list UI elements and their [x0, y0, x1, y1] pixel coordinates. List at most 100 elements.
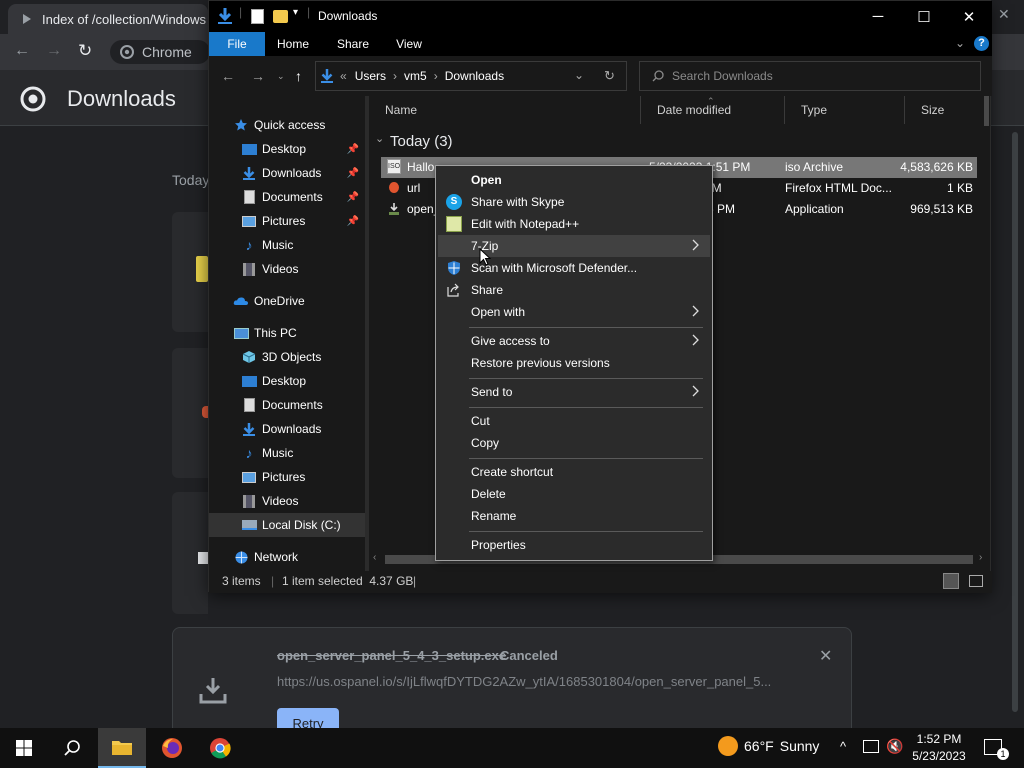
search-button[interactable]	[48, 728, 96, 768]
menu-item-create-shortcut[interactable]: Create shortcut	[438, 461, 710, 483]
nav-quick-access[interactable]: Quick access	[209, 113, 365, 137]
tab-share[interactable]: Share	[331, 32, 375, 56]
context-menu: Open S Share with Skype Edit with Notepa…	[435, 165, 713, 561]
chevron-right-icon[interactable]: ›	[434, 69, 438, 83]
breadcrumb-overflow[interactable]: «	[340, 69, 347, 83]
details-view-icon[interactable]	[943, 573, 959, 589]
menu-item-cut[interactable]: Cut	[438, 410, 710, 432]
ribbon-tabs: File Home Share View ⌄ ?	[209, 32, 992, 56]
close-icon[interactable]: ✕	[819, 646, 832, 666]
menu-item-restore-versions[interactable]: Restore previous versions	[438, 352, 710, 374]
nav-documents[interactable]: Documents 📌	[209, 185, 365, 209]
new-folder-icon[interactable]	[273, 10, 288, 23]
menu-item-delete[interactable]: Delete	[438, 483, 710, 505]
column-type[interactable]: Type	[785, 96, 905, 124]
cloud-icon	[233, 293, 249, 309]
chrome-tab[interactable]: Index of /collection/Windows &	[8, 4, 208, 34]
menu-item-notepadpp[interactable]: Edit with Notepad++	[438, 213, 710, 235]
download-url[interactable]: https://us.ospanel.io/s/IjLflwqfDYTDG2AZ…	[277, 674, 777, 689]
breadcrumb-downloads[interactable]: Downloads	[445, 69, 504, 83]
start-button[interactable]	[0, 728, 48, 768]
expand-ribbon-icon[interactable]: ⌄	[955, 36, 965, 50]
menu-item-share-skype[interactable]: S Share with Skype	[438, 191, 710, 213]
chevron-right-icon	[692, 333, 700, 347]
up-icon[interactable]: ↑	[295, 68, 302, 84]
nav-downloads[interactable]: Downloads 📌	[209, 161, 365, 185]
recent-locations-icon[interactable]: ⌄	[277, 71, 285, 82]
download-status: Canceled	[500, 648, 558, 663]
chevron-right-icon[interactable]: ›	[393, 69, 397, 83]
reload-icon[interactable]: ↻	[78, 41, 92, 61]
taskbar-file-explorer[interactable]	[98, 728, 146, 768]
nav-onedrive[interactable]: OneDrive	[209, 289, 365, 313]
nav-desktop[interactable]: Desktop 📌	[209, 137, 365, 161]
large-icons-view-icon[interactable]	[969, 575, 983, 587]
omnibox[interactable]: Chrome	[110, 40, 210, 64]
volume-muted-icon[interactable]: 🔇	[886, 738, 903, 755]
menu-item-open[interactable]: Open	[438, 169, 710, 191]
back-icon[interactable]: ←	[221, 68, 235, 84]
properties-icon[interactable]	[251, 9, 264, 24]
search-input[interactable]: Search Downloads	[639, 61, 981, 91]
pin-icon[interactable]: 📌	[347, 168, 359, 179]
nav-local-disk[interactable]: Local Disk (C:)	[209, 513, 365, 537]
taskbar-firefox[interactable]	[148, 728, 196, 768]
chrome-close-icon[interactable]: ✕	[998, 6, 1010, 23]
menu-item-give-access[interactable]: Give access to	[438, 330, 710, 352]
file-type: iso Archive	[785, 160, 844, 174]
nav-videos[interactable]: Videos	[209, 257, 365, 281]
breadcrumb-vm5[interactable]: vm5	[404, 69, 427, 83]
menu-item-rename[interactable]: Rename	[438, 505, 710, 527]
nav-pc-music[interactable]: ♪ Music	[209, 441, 365, 465]
chevron-down-icon[interactable]: ⌄	[375, 132, 384, 145]
weather-widget[interactable]: 66°F Sunny	[718, 736, 819, 756]
scroll-left-icon[interactable]: ‹	[373, 552, 376, 563]
tab-view[interactable]: View	[387, 32, 431, 56]
taskbar-chrome[interactable]	[196, 728, 244, 768]
download-filename[interactable]: open_server_panel_5_4_3_setup.exe	[277, 648, 506, 663]
nav-this-pc[interactable]: This PC	[209, 321, 365, 345]
nav-pc-desktop[interactable]: Desktop	[209, 369, 365, 393]
nav-pc-videos[interactable]: Videos	[209, 489, 365, 513]
nav-pictures[interactable]: Pictures 📌	[209, 209, 365, 233]
tab-home[interactable]: Home	[271, 32, 315, 56]
chrome-scrollbar[interactable]	[1012, 132, 1018, 712]
help-icon[interactable]: ?	[974, 36, 989, 51]
chevron-up-icon[interactable]: ^	[840, 739, 846, 754]
forward-icon[interactable]: →	[251, 68, 265, 84]
refresh-icon[interactable]: ↻	[604, 68, 615, 84]
breadcrumb-users[interactable]: Users	[355, 69, 386, 83]
nav-pc-pictures[interactable]: Pictures	[209, 465, 365, 489]
pin-icon[interactable]: 📌	[347, 144, 359, 155]
column-size[interactable]: Size	[905, 96, 985, 124]
menu-item-open-with[interactable]: Open with	[438, 301, 710, 323]
menu-item-send-to[interactable]: Send to	[438, 381, 710, 403]
address-bar[interactable]: « Users › vm5 › Downloads ⌄ ↻	[315, 61, 627, 91]
group-header[interactable]: Today (3)	[390, 133, 453, 150]
share-icon	[446, 282, 462, 298]
back-icon[interactable]: ←	[14, 42, 30, 60]
minimize-button[interactable]: ─	[855, 1, 901, 32]
network-icon[interactable]	[863, 740, 879, 753]
tab-file[interactable]: File	[209, 32, 265, 56]
installer-icon	[387, 202, 401, 216]
nav-music[interactable]: ♪ Music	[209, 233, 365, 257]
menu-item-properties[interactable]: Properties	[438, 534, 710, 556]
nav-pc-downloads[interactable]: Downloads	[209, 417, 365, 441]
clock[interactable]: 1:52 PM 5/23/2023	[906, 731, 972, 765]
maximize-button[interactable]: ☐	[901, 1, 947, 32]
nav-network[interactable]: Network	[209, 545, 365, 569]
customize-toolbar-icon[interactable]: ▾	[293, 7, 298, 18]
column-name[interactable]: Name	[369, 96, 641, 124]
close-button[interactable]: ✕	[946, 1, 992, 32]
chevron-down-icon[interactable]: ⌄	[574, 68, 584, 82]
menu-item-copy[interactable]: Copy	[438, 432, 710, 454]
pin-icon[interactable]: 📌	[347, 216, 359, 227]
forward-icon[interactable]: →	[46, 42, 62, 60]
scroll-right-icon[interactable]: ›	[979, 552, 982, 563]
vertical-scrollbar[interactable]	[984, 96, 989, 126]
nav-3d-objects[interactable]: 3D Objects	[209, 345, 365, 369]
pin-icon[interactable]: 📌	[347, 192, 359, 203]
menu-item-share[interactable]: Share	[438, 279, 710, 301]
nav-pc-documents[interactable]: Documents	[209, 393, 365, 417]
